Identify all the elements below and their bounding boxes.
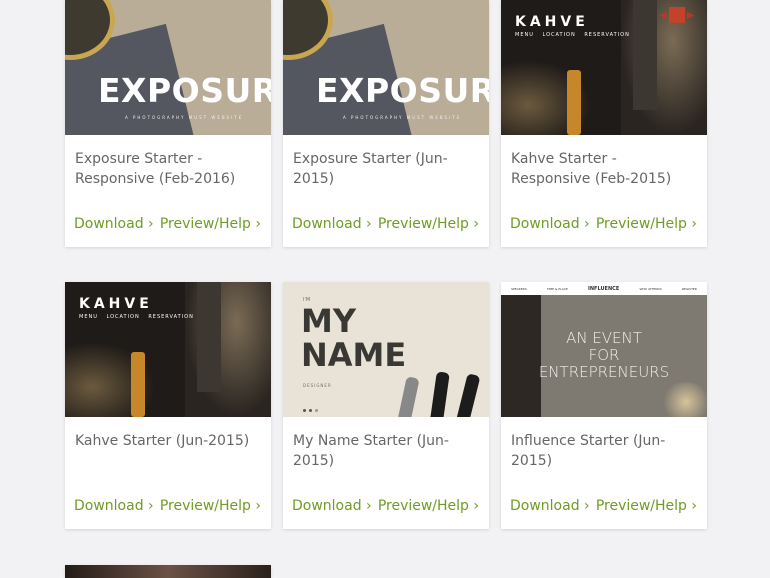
template-card: I'M MY NAME DESIGNER My Name Starter (Ju…	[283, 282, 489, 529]
template-card: KAHVE MENU LOCATION RESERVATION ◀ ▶ Kahve…	[501, 0, 707, 247]
marker-pen	[454, 373, 481, 417]
thumbnail-subtitle: A PHOTOGRAPHY MUST WEBSITE	[343, 115, 462, 120]
card-title: Exposure Starter - Responsive (Feb-2016)	[75, 151, 236, 187]
card-title: Influence Starter (Jun-2015)	[511, 433, 666, 469]
card-thumbnail[interactable]: KAHVE MENU LOCATION RESERVATION	[65, 282, 271, 417]
download-link[interactable]: Download ›	[74, 216, 154, 236]
card-title: Kahve Starter - Responsive (Feb-2015)	[511, 151, 672, 187]
preview-help-link[interactable]: Preview/Help ›	[596, 216, 697, 236]
thumbnail-role: DESIGNER	[303, 383, 332, 388]
download-link[interactable]: Download ›	[510, 498, 590, 518]
template-card: KAHVE MENU LOCATION RESERVATION Kahve St…	[65, 282, 271, 529]
download-link[interactable]: Download ›	[74, 498, 154, 518]
card-title: My Name Starter (Jun-2015)	[293, 433, 449, 469]
card-thumbnail[interactable]: SPEAKERS TIME & PLACE INFLUENCE WHO ATTE…	[501, 282, 707, 417]
thumbnail-menu: MENU LOCATION RESERVATION	[515, 32, 630, 38]
thumbnail-headline: AN EVENT FOR ENTREPRENEURS	[538, 329, 670, 381]
preview-help-link[interactable]: Preview/Help ›	[160, 498, 261, 518]
card-thumbnail[interactable]: EXPOSURE A PHOTOGRAPHY MUST WEBSITE	[283, 0, 489, 135]
thumbnail-line2: NAME	[301, 336, 407, 374]
marker-pen	[429, 371, 450, 417]
thumbnail-title: EXPOSURE	[316, 71, 489, 110]
download-link[interactable]: Download ›	[292, 216, 372, 236]
template-card: SPEAKERS TIME & PLACE INFLUENCE WHO ATTE…	[501, 282, 707, 529]
card-thumbnail[interactable]: EXPOSURE A PHOTOGRAPHY MUST WEBSITE	[65, 0, 271, 135]
preview-help-link[interactable]: Preview/Help ›	[378, 216, 479, 236]
preview-help-link[interactable]: Preview/Help ›	[596, 498, 697, 518]
template-card: EXPOSURE A PHOTOGRAPHY MUST WEBSITE Expo…	[65, 0, 271, 247]
marker-pen	[395, 376, 420, 417]
card-thumbnail[interactable]: KAHVE MENU LOCATION RESERVATION ◀ ▶	[501, 0, 707, 135]
thumbnail-logo: KAHVE	[79, 296, 153, 312]
preview-help-link[interactable]: Preview/Help ›	[378, 498, 479, 518]
download-link[interactable]: Download ›	[510, 216, 590, 236]
card-title: Kahve Starter (Jun-2015)	[75, 433, 250, 449]
slider-arrows-icon: ◀ ▶	[659, 7, 694, 23]
thumbnail-menu: MENU LOCATION RESERVATION	[79, 314, 194, 320]
card-title: Exposure Starter (Jun-2015)	[293, 151, 448, 187]
preview-help-link[interactable]: Preview/Help ›	[160, 216, 261, 236]
thumbnail-line1: MY	[301, 302, 357, 340]
template-card: EXPOSURE A PHOTOGRAPHY MUST WEBSITE Expo…	[283, 0, 489, 247]
thumbnail-nav: SPEAKERS TIME & PLACE INFLUENCE WHO ATTE…	[501, 282, 707, 295]
thumbnail-title: EXPOSURE	[98, 71, 271, 110]
thumbnail-subtitle: A PHOTOGRAPHY MUST WEBSITE	[125, 115, 244, 120]
template-card	[65, 565, 271, 578]
download-link[interactable]: Download ›	[292, 498, 372, 518]
card-thumbnail[interactable]: I'M MY NAME DESIGNER	[283, 282, 489, 417]
thumbnail-logo: KAHVE	[515, 14, 589, 30]
card-thumbnail[interactable]	[65, 565, 271, 578]
